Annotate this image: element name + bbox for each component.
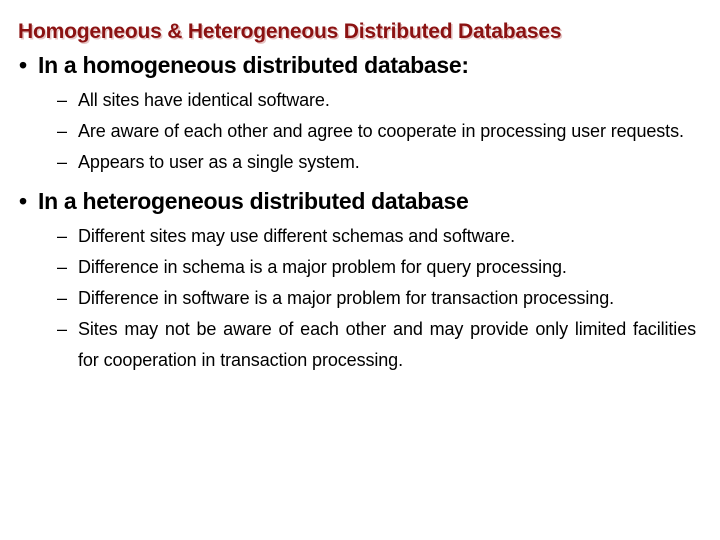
section-heading-label: In a homogeneous distributed database: xyxy=(38,52,469,78)
section-heading-heterogeneous: • In a heterogeneous distributed databas… xyxy=(0,185,720,218)
slide-canvas: Homogeneous & Heterogeneous Distributed … xyxy=(0,0,720,540)
list-item: – Appears to user as a single system. xyxy=(0,147,720,178)
section-heading-label: In a heterogeneous distributed database xyxy=(38,188,469,214)
list-item-label: Sites may not be aware of each other and… xyxy=(78,319,696,370)
list-item: – Difference in schema is a major proble… xyxy=(0,252,720,283)
list-item-label: Different sites may use different schema… xyxy=(78,226,516,246)
dash-bullet-icon: – xyxy=(57,319,67,339)
list-item: – Sites may not be aware of each other a… xyxy=(0,314,720,376)
dash-bullet-icon: – xyxy=(57,257,67,277)
dash-bullet-icon: – xyxy=(57,121,67,141)
dash-bullet-icon: – xyxy=(57,288,67,308)
list-item-label: All sites have identical software. xyxy=(78,90,330,110)
slide-body: • In a homogeneous distributed database:… xyxy=(0,49,720,376)
list-item: – All sites have identical software. xyxy=(0,85,720,116)
page-title: Homogeneous & Heterogeneous Distributed … xyxy=(18,20,562,43)
bullet-dot-icon: • xyxy=(19,52,27,78)
dash-bullet-icon: – xyxy=(57,90,67,110)
list-item: – Are aware of each other and agree to c… xyxy=(0,116,720,147)
list-item-label: Difference in schema is a major problem … xyxy=(78,257,567,277)
bullet-dot-icon: • xyxy=(19,188,27,214)
list-item-label: Are aware of each other and agree to coo… xyxy=(78,121,684,141)
dash-bullet-icon: – xyxy=(57,226,67,246)
list-item: – Different sites may use different sche… xyxy=(0,221,720,252)
dash-bullet-icon: – xyxy=(57,152,67,172)
section-heading-homogeneous: • In a homogeneous distributed database: xyxy=(0,49,720,82)
list-item-label: Difference in software is a major proble… xyxy=(78,288,615,308)
list-item-label: Appears to user as a single system. xyxy=(78,152,360,172)
list-item: – Difference in software is a major prob… xyxy=(0,283,720,314)
